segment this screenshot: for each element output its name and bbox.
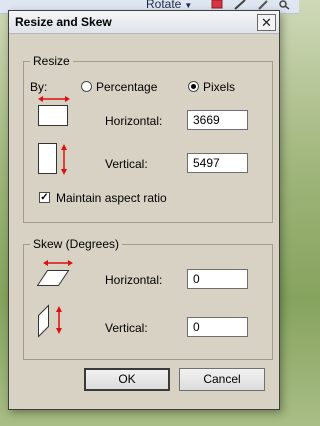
skew-horizontal-label: Horizontal: — [105, 273, 163, 287]
skew-legend: Skew (Degrees) — [30, 237, 123, 251]
pixels-radio[interactable] — [188, 81, 199, 92]
ok-button[interactable]: OK — [84, 368, 170, 391]
vertical-resize-icon — [38, 143, 67, 175]
cancel-button[interactable]: Cancel — [179, 368, 265, 391]
color-icon[interactable] — [210, 0, 224, 10]
resize-horizontal-input[interactable]: 3669 — [187, 110, 248, 130]
horizontal-skew-icon — [37, 260, 73, 286]
skew-horizontal-input[interactable]: 0 — [187, 269, 248, 289]
brush-icon[interactable] — [256, 0, 270, 10]
by-label: By: — [30, 80, 48, 94]
chevron-down-icon: ▼ — [184, 1, 193, 10]
resize-vertical-label: Vertical: — [105, 157, 148, 171]
resize-group: Resize By: Percentage Pixels Horizontal:… — [23, 54, 273, 223]
skew-group: Skew (Degrees) Horizontal: 0 Vertical: 0 — [23, 237, 273, 360]
magnifier-icon[interactable] — [278, 0, 292, 10]
resize-horizontal-label: Horizontal: — [105, 114, 163, 128]
pixels-label[interactable]: Pixels — [203, 80, 235, 94]
percentage-radio[interactable] — [81, 81, 92, 92]
dialog-titlebar[interactable]: Resize and Skew ✕ — [9, 11, 279, 34]
resize-vertical-input[interactable]: 5497 — [187, 153, 248, 173]
radio-selected-dot — [191, 84, 196, 89]
skew-vertical-input[interactable]: 0 — [187, 317, 248, 337]
maintain-aspect-label[interactable]: Maintain aspect ratio — [56, 191, 167, 205]
percentage-label[interactable]: Percentage — [96, 80, 157, 94]
skew-vertical-label: Vertical: — [105, 321, 148, 335]
maintain-aspect-checkbox[interactable]: ✓ — [39, 192, 50, 203]
vertical-skew-icon — [38, 304, 62, 338]
resize-legend: Resize — [30, 54, 73, 68]
dialog-title: Resize and Skew — [15, 15, 112, 29]
pencil-icon[interactable] — [233, 0, 247, 10]
horizontal-resize-icon — [38, 96, 70, 126]
resize-skew-dialog: Resize and Skew ✕ Resize By: Percentage … — [8, 10, 280, 410]
close-button[interactable]: ✕ — [257, 14, 276, 31]
